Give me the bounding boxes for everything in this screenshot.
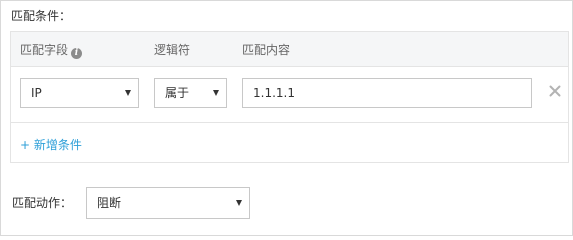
- match-action-label: 匹配动作：: [12, 196, 73, 210]
- info-icon[interactable]: i: [71, 48, 83, 59]
- match-conditions-label: 匹配条件：: [11, 9, 72, 23]
- match-action-value: 阻断: [97, 196, 122, 210]
- match-field-value: IP: [31, 86, 42, 100]
- match-value-input[interactable]: 1.1.1.1: [242, 78, 532, 108]
- header-match-value: 匹配内容: [242, 43, 291, 57]
- caret-down-icon: [236, 200, 242, 206]
- header-match-field: 匹配字段 i: [20, 41, 83, 59]
- conditions-header: 匹配字段 i 逻辑符 匹配内容: [11, 32, 568, 67]
- header-operator: 逻辑符: [154, 43, 191, 57]
- close-icon[interactable]: [548, 84, 562, 98]
- match-field-select[interactable]: IP: [20, 78, 139, 108]
- operator-select[interactable]: 属于: [154, 78, 227, 108]
- operator-value: 属于: [165, 86, 190, 100]
- match-action-select[interactable]: 阻断: [86, 187, 250, 219]
- caret-down-icon: [125, 90, 131, 96]
- condition-row: IP 属于 1.1.1.1: [11, 66, 568, 123]
- conditions-table: 匹配字段 i 逻辑符 匹配内容 IP 属于 1.1.1.1 + 新增条件: [10, 31, 569, 163]
- add-condition-link[interactable]: + 新增条件: [20, 136, 82, 153]
- header-match-field-label: 匹配字段: [20, 43, 69, 57]
- caret-down-icon: [213, 90, 219, 96]
